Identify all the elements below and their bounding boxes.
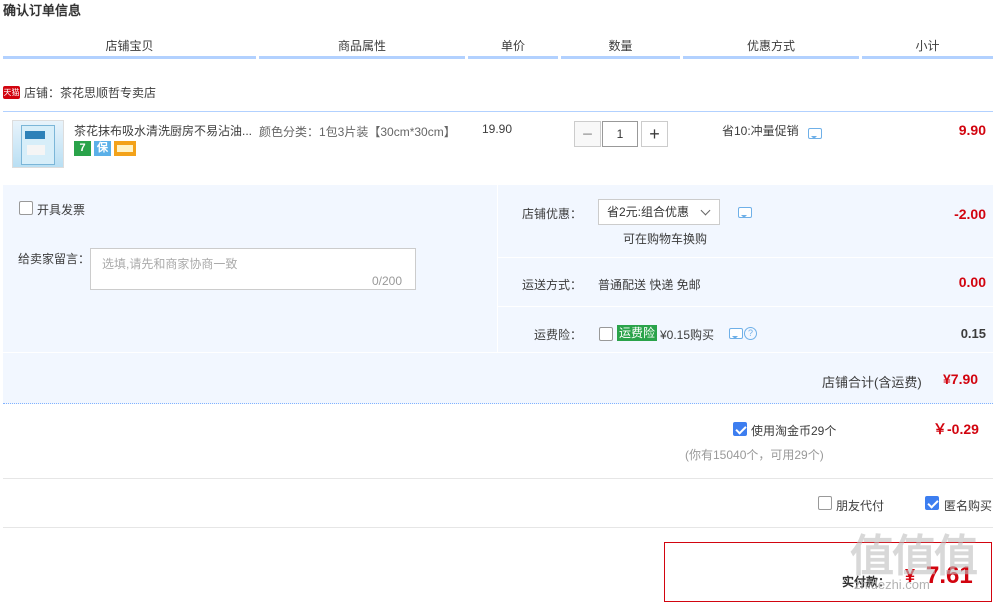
column-header-price: 单价 <box>468 38 558 59</box>
friend-pay-label: 朋友代付 <box>836 499 885 513</box>
unit-price: 19.90 <box>482 122 513 136</box>
coins-label: 使用淘金币29个 <box>751 424 837 438</box>
chevron-down-icon <box>700 205 711 216</box>
memo-placeholder: 选填,请先和商家协商一致 <box>102 257 238 271</box>
discount-selected-value: 省2元:组合优惠 <box>607 205 690 219</box>
discount-select[interactable]: 省2元:组合优惠 <box>598 199 720 225</box>
invoice-label: 开具发票 <box>37 203 86 217</box>
store-name-link[interactable]: 店铺：茶花思顺哲专卖店 <box>24 84 156 101</box>
item-subtotal: 9.90 <box>958 122 986 138</box>
coins-value: ￥-0.29 <box>933 421 979 437</box>
friend-pay-checkbox[interactable] <box>818 496 832 510</box>
store-total-label: 店铺合计(含运费) <box>822 375 922 390</box>
guarantee-icon[interactable]: 保 <box>94 141 111 156</box>
product-attributes: 颜色分类：1包3片装【30cm*30cm】 <box>259 125 456 139</box>
column-header-attributes: 商品属性 <box>259 38 465 59</box>
coins-note: (你有15040个，可用29个) <box>685 448 824 462</box>
panel-divider <box>497 185 498 353</box>
discount-value: -2.00 <box>954 206 986 222</box>
shipping-value: 0.00 <box>958 274 986 290</box>
store-total-value: ¥7.90 <box>943 371 979 387</box>
insurance-price: ¥0.15购买 <box>660 328 715 342</box>
insurance-tag: 运费险 <box>617 325 658 341</box>
chat-icon[interactable] <box>729 328 743 339</box>
insurance-value: 0.15 <box>960 326 986 341</box>
discount-label: 店铺优惠： <box>522 207 583 221</box>
divider <box>3 527 993 528</box>
tmall-badge-icon: 天猫 <box>3 86 20 99</box>
quantity-increase-button[interactable]: + <box>641 121 668 147</box>
product-thumbnail[interactable] <box>12 120 64 168</box>
column-header-quantity: 数量 <box>561 38 680 59</box>
chat-icon[interactable] <box>738 207 752 218</box>
memo-char-count: 0/200 <box>372 274 403 288</box>
insurance-label: 运费险： <box>534 328 583 342</box>
coins-checkbox[interactable] <box>733 422 747 436</box>
quantity-decrease-button[interactable]: − <box>574 121 601 147</box>
shipping-label: 运送方式： <box>522 278 583 292</box>
column-header-subtotal: 小计 <box>862 38 993 59</box>
insurance-checkbox[interactable] <box>599 327 613 341</box>
watermark-url: zhidezhi.com <box>854 577 930 592</box>
watermark-logo: 值值值 <box>850 532 978 581</box>
anonymous-label: 匿名购买 <box>944 499 993 513</box>
promotion-text: 省10:冲量促销 <box>722 124 799 138</box>
memo-label: 给卖家留言： <box>18 252 91 266</box>
column-header-item: 店铺宝贝 <box>3 38 256 59</box>
discount-note: 可在购物车换购 <box>623 232 708 246</box>
panel-divider <box>498 257 993 258</box>
credit-card-icon[interactable] <box>114 141 136 156</box>
column-header-promotion: 优惠方式 <box>683 38 859 59</box>
panel-divider <box>498 306 993 307</box>
product-title-link[interactable]: 茶花抹布吸水清洗厨房不易沾油... <box>74 122 256 139</box>
quantity-input[interactable]: 1 <box>602 121 638 147</box>
seven-day-return-icon[interactable]: 7 <box>74 141 91 156</box>
page-title: 确认订单信息 <box>3 3 82 18</box>
anonymous-checkbox[interactable] <box>925 496 939 510</box>
invoice-checkbox[interactable] <box>19 201 33 215</box>
help-icon[interactable]: ? <box>744 327 757 340</box>
shipping-method: 普通配送 快递 免邮 <box>598 278 701 292</box>
chat-icon[interactable] <box>808 128 822 139</box>
divider <box>3 478 993 479</box>
store-line: 天猫 店铺：茶花思顺哲专卖店 <box>3 84 156 101</box>
panel-divider <box>3 352 993 353</box>
